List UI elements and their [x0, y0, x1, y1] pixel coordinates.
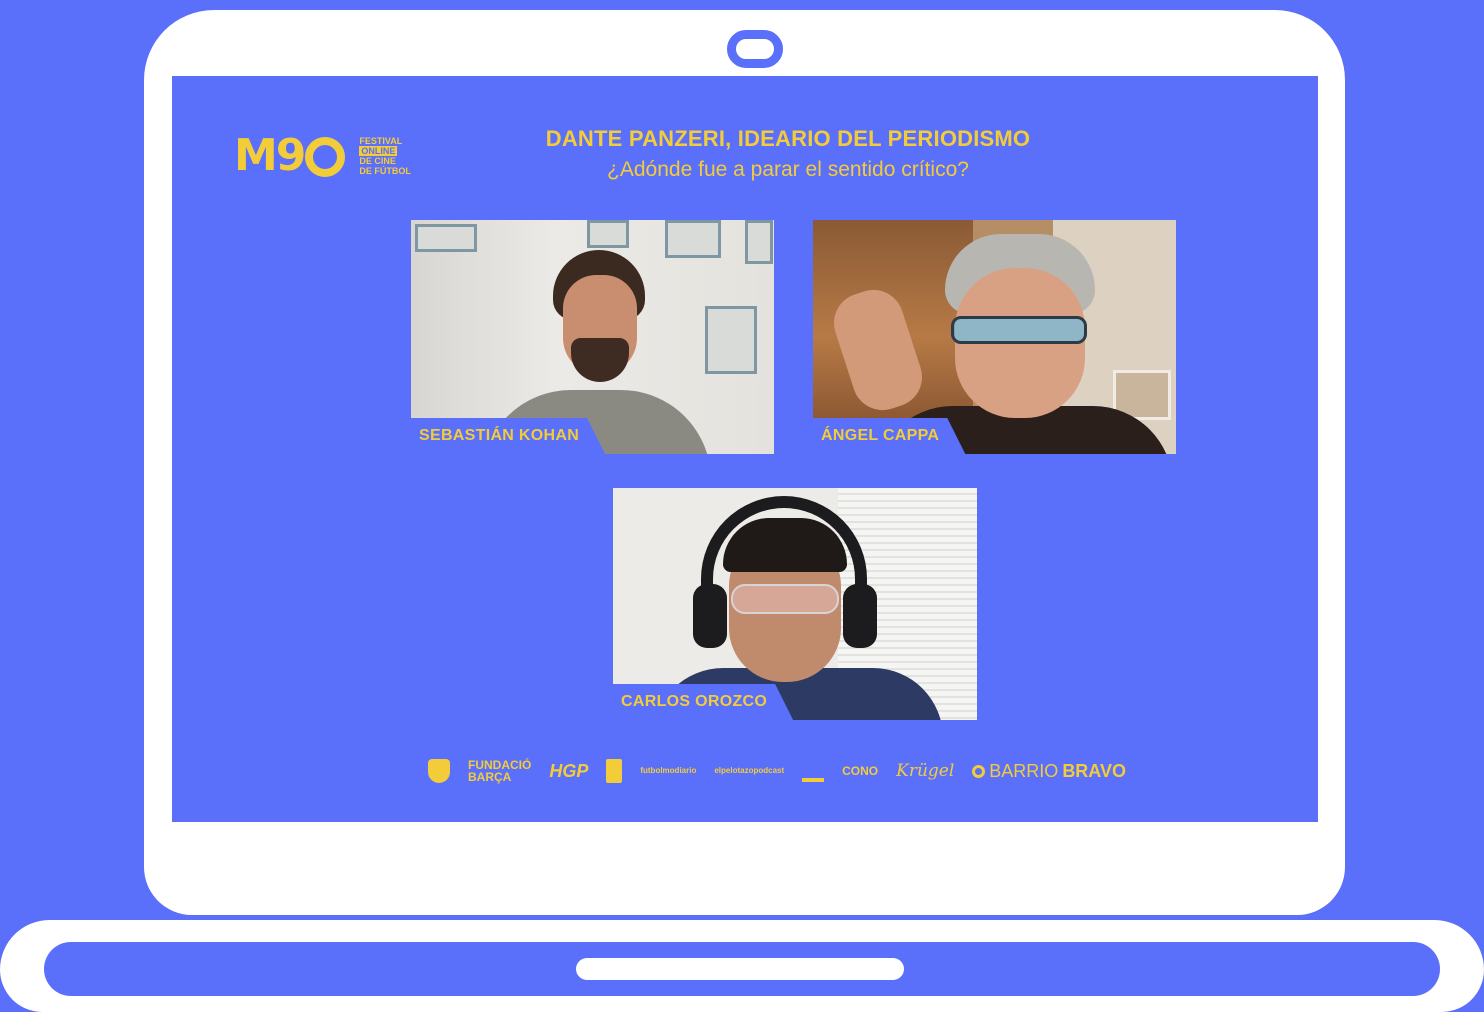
sponsor-fundacio-barca: FUNDACIÓ BARÇA	[468, 759, 531, 783]
sponsor-podcast: elpelotazopodcast	[714, 766, 785, 775]
video-tile-sebastian-kohan[interactable]: SEBASTIÁN KOHAN	[411, 220, 774, 454]
headphone-cup	[843, 584, 877, 648]
wall-frame	[587, 220, 629, 248]
video-tile-angel-cappa[interactable]: ÁNGEL CAPPA	[813, 220, 1176, 454]
sponsor-krugel: Krügel	[896, 761, 955, 781]
webcam-icon	[727, 30, 783, 68]
sponsor-text: BRAVO	[1062, 761, 1126, 781]
sponsor-hgp: HGP	[549, 761, 589, 781]
logo-line-futbol: DE FÚTBOL	[359, 166, 411, 176]
logo-ring-icon	[305, 137, 346, 177]
headphone-cup	[693, 584, 727, 648]
logo-mark: M9	[234, 130, 306, 181]
video-call-screen: M9 FESTIVAL ONLINE DE CINE DE FÚTBOL DAN…	[172, 76, 1318, 822]
ship-logo-icon	[802, 760, 825, 782]
participant-name-label: CARLOS OROZCO	[613, 684, 793, 720]
wall-frame	[705, 306, 757, 374]
logo-line-cine: DE CINE	[359, 156, 396, 166]
event-subtitle: ¿Adónde fue a parar el sentido crítico?	[607, 158, 969, 181]
participant-name-label: SEBASTIÁN KOHAN	[411, 418, 605, 454]
club-crest-icon	[606, 759, 623, 783]
circle-icon	[972, 764, 986, 778]
wall-frame	[415, 224, 477, 252]
logo-line-online: ONLINE	[359, 146, 398, 156]
wall-frame	[745, 220, 773, 264]
sponsor-barrio-bravo: BARRIO BRAVO	[972, 761, 1126, 781]
sponsor-text: BARÇA	[468, 770, 512, 784]
logo-text: FESTIVAL ONLINE DE CINE DE FÚTBOL	[359, 136, 411, 176]
video-tile-carlos-orozco[interactable]: CARLOS OROZCO	[613, 488, 977, 720]
event-title: DANTE PANZERI, IDEARIO DEL PERIODISMO	[545, 126, 1031, 151]
participant-glasses	[951, 316, 1087, 344]
sponsor-cono: CONO	[842, 764, 879, 778]
wall-frame	[665, 220, 721, 258]
logo-line-festival: FESTIVAL	[359, 136, 403, 146]
festival-logo: M9 FESTIVAL ONLINE DE CINE DE FÚTBOL	[234, 128, 411, 184]
participant-name-label: ÁNGEL CAPPA	[813, 418, 965, 454]
trackpad	[576, 958, 904, 980]
sponsor-text: BARRIO	[989, 761, 1059, 781]
sponsor-bar: FUNDACIÓ BARÇA HGP futbolmodiario elpelo…	[428, 756, 1148, 786]
sponsor-futbol-diario: futbolmodiario	[640, 766, 697, 775]
fcb-crest-icon	[428, 759, 450, 783]
